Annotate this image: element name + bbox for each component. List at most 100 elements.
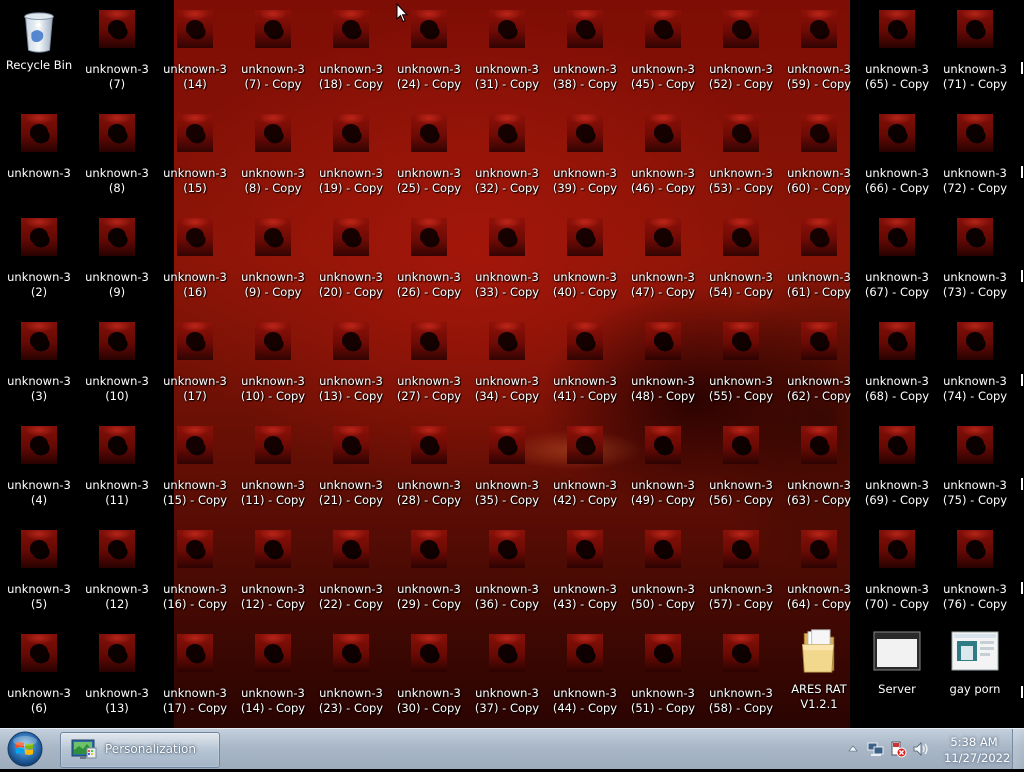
- desktop-icon[interactable]: unknown-3 (43) - Copy: [546, 524, 624, 624]
- volume-icon[interactable]: [912, 740, 930, 758]
- desktop-icon[interactable]: unknown-3 (15): [156, 108, 234, 208]
- desktop-icon[interactable]: unknown-3 (67) - Copy: [858, 212, 936, 312]
- desktop-icon[interactable]: unknown-3 (51) - Copy: [624, 628, 702, 728]
- desktop-icon[interactable]: unknown-3 (13) - Copy: [312, 316, 390, 416]
- desktop-icon[interactable]: unknown-3 (8): [78, 108, 156, 208]
- desktop-icon[interactable]: unknown-3 (26) - Copy: [390, 212, 468, 312]
- desktop-icon[interactable]: unknown-3 (53) - Copy: [702, 108, 780, 208]
- action-center-icon[interactable]: [889, 740, 907, 758]
- desktop-icon-label-line: unknown-3: [319, 686, 383, 700]
- desktop-icon[interactable]: unknown-3 (72) - Copy: [936, 108, 1014, 208]
- desktop-icon[interactable]: unknown-3 (27) - Copy: [390, 316, 468, 416]
- desktop-icon[interactable]: unknown-3 (7) - Copy: [234, 4, 312, 104]
- system-clock[interactable]: 5:38 AM 11/27/2022: [944, 734, 1010, 766]
- desktop-icon[interactable]: unknown-3 (37) - Copy: [468, 628, 546, 728]
- desktop-icon[interactable]: unknown-3 (56) - Copy: [702, 420, 780, 520]
- desktop-icon[interactable]: unknown-3 (7): [78, 4, 156, 104]
- desktop-icon[interactable]: unknown-3 (10): [78, 316, 156, 416]
- desktop-icon[interactable]: unknown-3 (10) - Copy: [234, 316, 312, 416]
- desktop-icon[interactable]: unknown-3 (45) - Copy: [624, 4, 702, 104]
- desktop-icon[interactable]: unknown-3 (64) - Copy: [780, 524, 858, 624]
- desktop-icon[interactable]: unknown-3 (16) - Copy: [156, 524, 234, 624]
- desktop-icon[interactable]: unknown-3 (12) - Copy: [234, 524, 312, 624]
- desktop-icon-recycle-bin[interactable]: Recycle Bin: [0, 4, 78, 104]
- desktop-icon[interactable]: unknown-3: [0, 108, 78, 208]
- desktop-icon[interactable]: unknown-3 (19) - Copy: [312, 108, 390, 208]
- desktop-icon[interactable]: unknown-3 (57) - Copy: [702, 524, 780, 624]
- desktop-icon[interactable]: unknown-3 (22) - Copy: [312, 524, 390, 624]
- desktop-icon[interactable]: unknown-3 (20) - Copy: [312, 212, 390, 312]
- desktop-icon[interactable]: unknown-3 (66) - Copy: [858, 108, 936, 208]
- desktop-icon[interactable]: unknown-3 (68) - Copy: [858, 316, 936, 416]
- desktop-icon[interactable]: unknown-3 (63) - Copy: [780, 420, 858, 520]
- desktop-icon[interactable]: unknown-3 (23) - Copy: [312, 628, 390, 728]
- desktop-icon[interactable]: unknown-3 (71) - Copy: [936, 4, 1014, 104]
- desktop-icon[interactable]: unknown-3 (76) - Copy: [936, 524, 1014, 624]
- desktop-icon[interactable]: unknown-3 (18) - Copy: [312, 4, 390, 104]
- desktop-icon[interactable]: unknown-3 (47) - Copy: [624, 212, 702, 312]
- desktop-icon[interactable]: unknown-3 (8) - Copy: [234, 108, 312, 208]
- desktop-icon[interactable]: unknown-3 (70) - Copy: [858, 524, 936, 624]
- desktop-icon[interactable]: unknown-3 (73) - Copy: [936, 212, 1014, 312]
- desktop-icon[interactable]: unknown-3 (11): [78, 420, 156, 520]
- desktop-icon[interactable]: unknown-3 (44) - Copy: [546, 628, 624, 728]
- desktop-icon[interactable]: unknown-3 (54) - Copy: [702, 212, 780, 312]
- taskbar-button-personalization[interactable]: Personalization: [60, 732, 220, 768]
- desktop-icon[interactable]: unknown-3 (40) - Copy: [546, 212, 624, 312]
- desktop-icon[interactable]: unknown-3 (60) - Copy: [780, 108, 858, 208]
- desktop-icon[interactable]: unknown-3 (14): [156, 4, 234, 104]
- start-button[interactable]: [5, 730, 45, 768]
- desktop-icon[interactable]: unknown-3 (69) - Copy: [858, 420, 936, 520]
- desktop-icon[interactable]: unknown-3 (61) - Copy: [780, 212, 858, 312]
- desktop-icon[interactable]: unknown-3 (39) - Copy: [546, 108, 624, 208]
- desktop-icon[interactable]: unknown-3 (50) - Copy: [624, 524, 702, 624]
- desktop-icon[interactable]: unknown-3 (55) - Copy: [702, 316, 780, 416]
- desktop-icon[interactable]: unknown-3 (36) - Copy: [468, 524, 546, 624]
- desktop-icon[interactable]: unknown-3 (30) - Copy: [390, 628, 468, 728]
- desktop-icon[interactable]: unknown-3 (4): [0, 420, 78, 520]
- desktop-icon[interactable]: unknown-3 (28) - Copy: [390, 420, 468, 520]
- show-hidden-icons-arrow[interactable]: [848, 744, 858, 752]
- desktop-icon[interactable]: unknown-3 (12): [78, 524, 156, 624]
- desktop-icon[interactable]: unknown-3 (3): [0, 316, 78, 416]
- desktop-icon[interactable]: unknown-3 (13): [78, 628, 156, 728]
- desktop-icon[interactable]: unknown-3 (42) - Copy: [546, 420, 624, 520]
- desktop-icon[interactable]: unknown-3 (31) - Copy: [468, 4, 546, 104]
- desktop[interactable]: Recycle Bin unknown-3 (7) unknown-3 (14) unkn…: [0, 0, 1024, 728]
- desktop-icon[interactable]: unknown-3 (15) - Copy: [156, 420, 234, 520]
- desktop-icon[interactable]: unknown-3 (38) - Copy: [546, 4, 624, 104]
- desktop-icon[interactable]: unknown-3 (35) - Copy: [468, 420, 546, 520]
- desktop-icon[interactable]: unknown-3 (5): [0, 524, 78, 624]
- desktop-icon[interactable]: unknown-3 (2): [0, 212, 78, 312]
- desktop-icon[interactable]: Server: [858, 628, 936, 728]
- desktop-icon[interactable]: unknown-3 (59) - Copy: [780, 4, 858, 104]
- desktop-icon[interactable]: unknown-3 (32) - Copy: [468, 108, 546, 208]
- network-icon[interactable]: [867, 740, 885, 758]
- desktop-icon[interactable]: unknown-3 (16): [156, 212, 234, 312]
- desktop-icon[interactable]: unknown-3 (25) - Copy: [390, 108, 468, 208]
- desktop-icon[interactable]: unknown-3 (11) - Copy: [234, 420, 312, 520]
- desktop-icon[interactable]: ARES RAT V1.2.1: [780, 628, 858, 728]
- desktop-icon[interactable]: unknown-3 (17): [156, 316, 234, 416]
- desktop-icon[interactable]: unknown-3 (41) - Copy: [546, 316, 624, 416]
- desktop-icon[interactable]: unknown-3 (48) - Copy: [624, 316, 702, 416]
- desktop-icon[interactable]: unknown-3 (29) - Copy: [390, 524, 468, 624]
- desktop-icon[interactable]: unknown-3 (46) - Copy: [624, 108, 702, 208]
- desktop-icon[interactable]: unknown-3 (58) - Copy: [702, 628, 780, 728]
- desktop-icon[interactable]: unknown-3 (9) - Copy: [234, 212, 312, 312]
- desktop-icon[interactable]: unknown-3 (65) - Copy: [858, 4, 936, 104]
- desktop-icon[interactable]: unknown-3 (34) - Copy: [468, 316, 546, 416]
- desktop-icon[interactable]: unknown-3 (17) - Copy: [156, 628, 234, 728]
- desktop-icon[interactable]: unknown-3 (74) - Copy: [936, 316, 1014, 416]
- desktop-icon[interactable]: unknown-3 (21) - Copy: [312, 420, 390, 520]
- desktop-icon[interactable]: unknown-3 (14) - Copy: [234, 628, 312, 728]
- desktop-icon[interactable]: unknown-3 (75) - Copy: [936, 420, 1014, 520]
- desktop-icon[interactable]: unknown-3 (62) - Copy: [780, 316, 858, 416]
- desktop-icon[interactable]: unknown-3 (33) - Copy: [468, 212, 546, 312]
- desktop-icon[interactable]: unknown-3 (52) - Copy: [702, 4, 780, 104]
- desktop-icon[interactable]: gay porn: [936, 628, 1014, 728]
- desktop-icon[interactable]: unknown-3 (49) - Copy: [624, 420, 702, 520]
- show-desktop-button[interactable]: [1012, 729, 1024, 769]
- desktop-icon[interactable]: unknown-3 (9): [78, 212, 156, 312]
- desktop-icon[interactable]: unknown-3 (6): [0, 628, 78, 728]
